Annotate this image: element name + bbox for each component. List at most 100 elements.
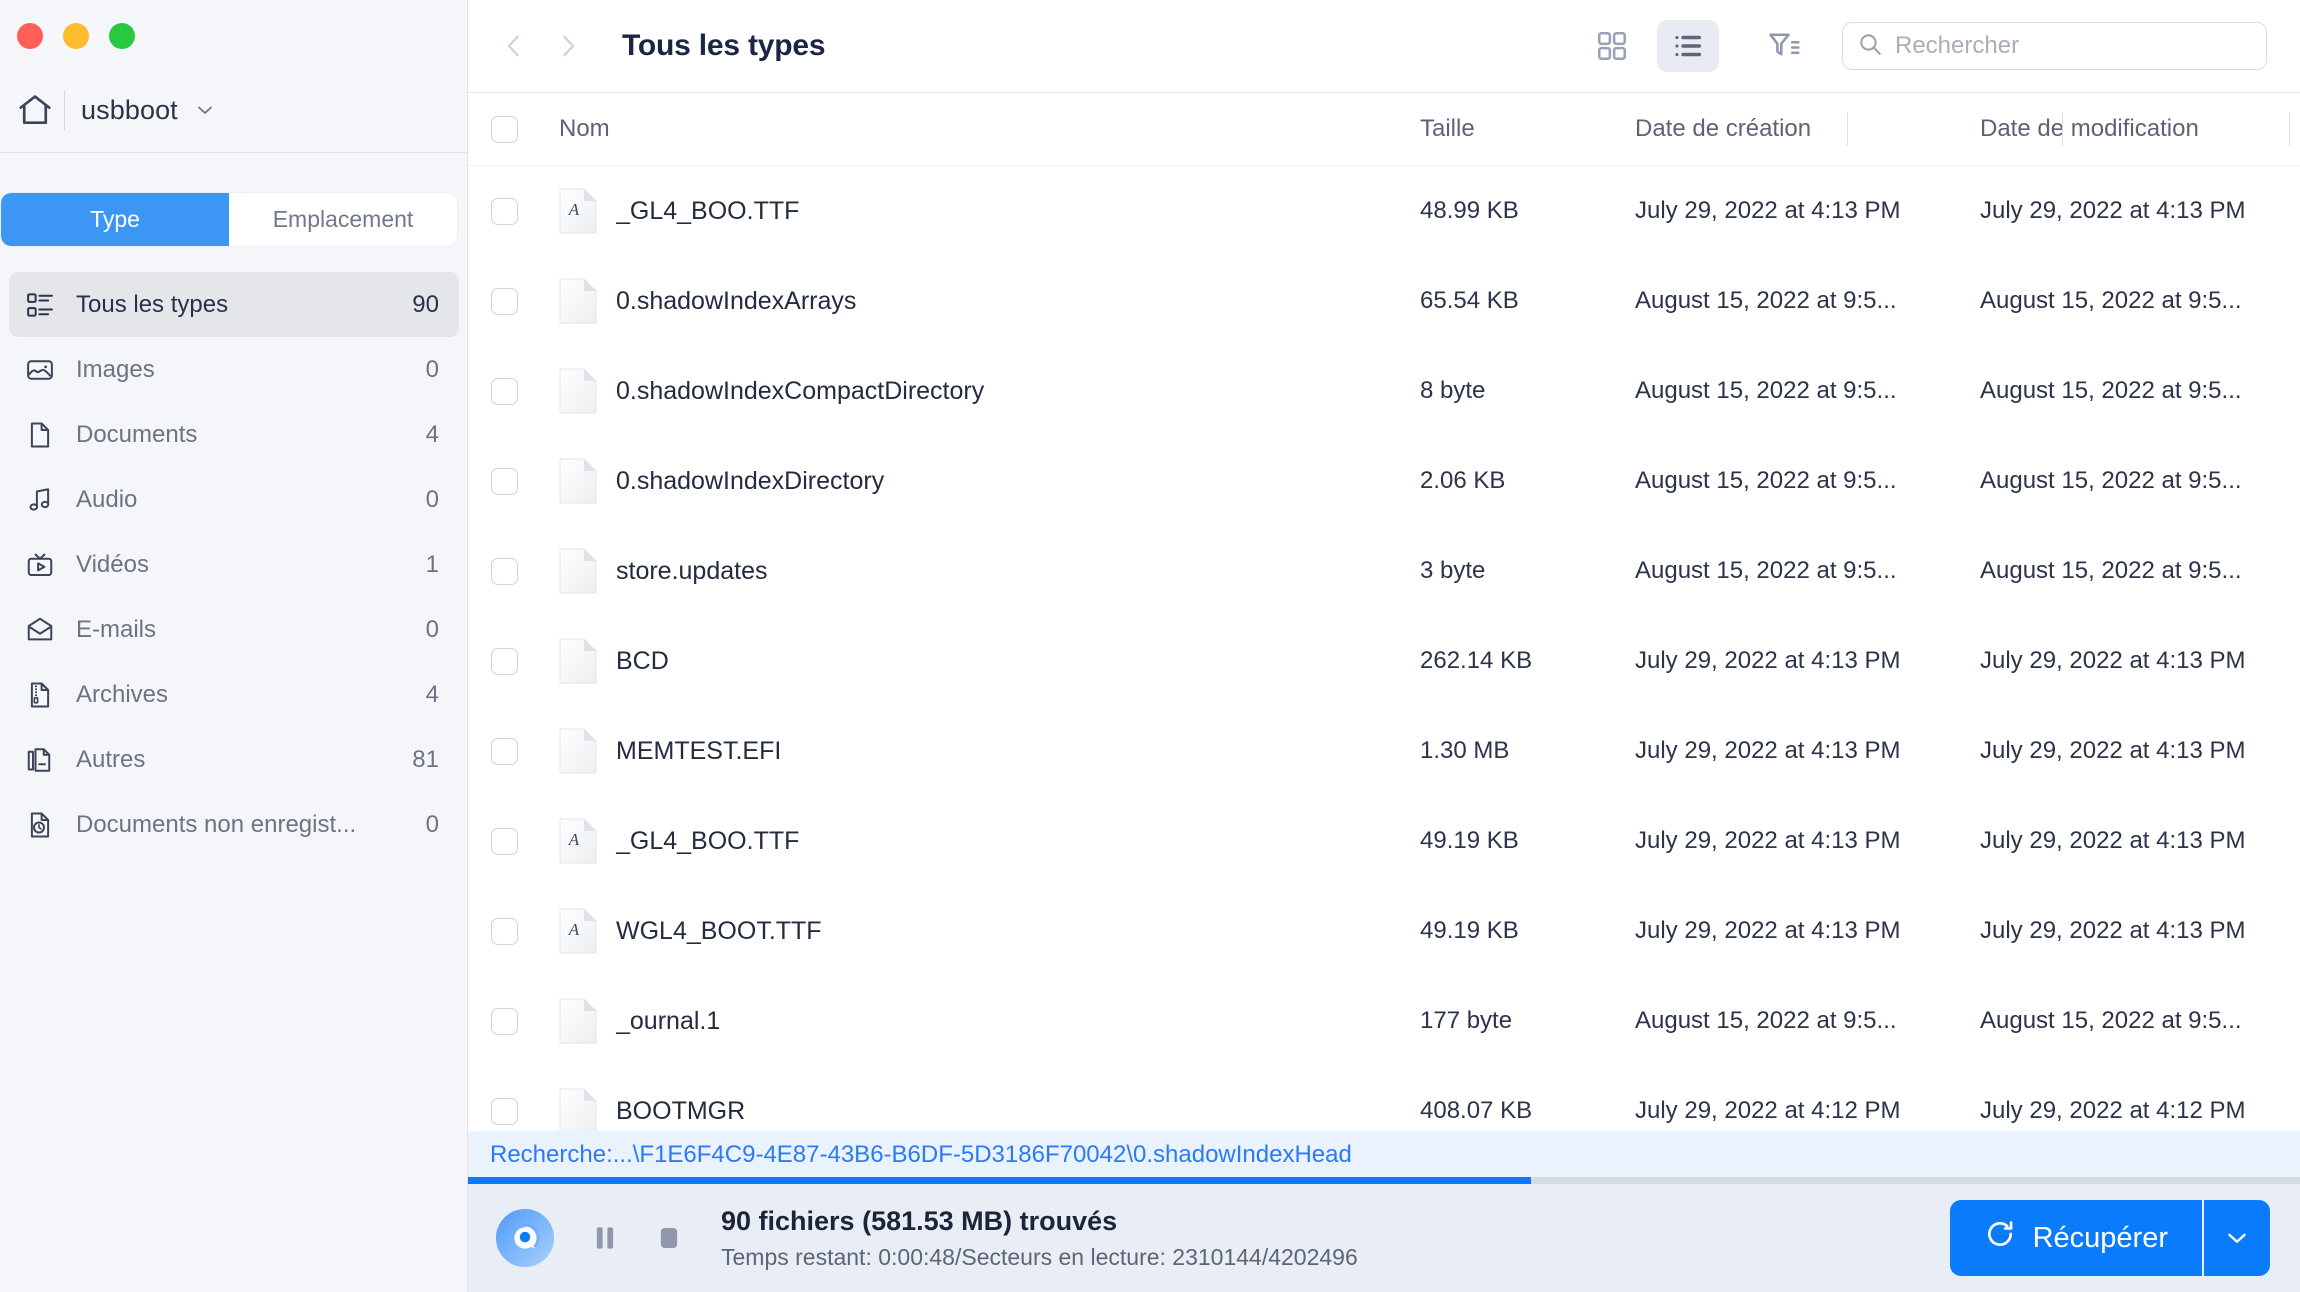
table-header: Nom Taille Date de création Date de modi… bbox=[468, 93, 2300, 166]
column-divider[interactable] bbox=[2062, 112, 2063, 146]
svg-text:A: A bbox=[568, 200, 580, 219]
others-icon bbox=[24, 743, 66, 777]
cell-date-modified: July 29, 2022 at 4:13 PM bbox=[1980, 917, 2246, 944]
divider bbox=[64, 90, 65, 130]
list-view-icon[interactable] bbox=[1657, 20, 1719, 72]
table-row[interactable]: 0.shadowIndexCompactDirectory 8 byte Augus… bbox=[468, 346, 2300, 436]
sidebar-item-images[interactable]: Images 0 bbox=[9, 337, 459, 402]
forward-button[interactable] bbox=[541, 19, 595, 73]
audio-icon bbox=[24, 483, 66, 517]
column-header-date-modification[interactable]: Date de modification bbox=[1955, 115, 2300, 143]
generic-file-icon bbox=[559, 1088, 597, 1134]
row-checkbox[interactable] bbox=[468, 287, 540, 315]
sidebar-item-audio[interactable]: Audio 0 bbox=[9, 467, 459, 532]
filter-mode-segmented-control[interactable]: Type Emplacement bbox=[1, 193, 457, 246]
file-list[interactable]: A _GL4_BOO.TTF 48.99 KB July 29, 2022 at 4:… bbox=[468, 166, 2300, 1143]
document-icon bbox=[24, 418, 66, 452]
grid-view-icon[interactable] bbox=[1581, 20, 1643, 72]
search-icon bbox=[1857, 31, 1883, 62]
sidebar-item-label: Documents non enregist... bbox=[76, 810, 357, 838]
row-checkbox[interactable] bbox=[468, 647, 540, 675]
generic-file-icon bbox=[559, 278, 597, 324]
sidebar-item-label: Tous les types bbox=[76, 290, 229, 318]
row-checkbox[interactable] bbox=[468, 557, 540, 585]
cell-date-created: August 15, 2022 at 9:5... bbox=[1635, 1007, 1897, 1034]
recover-button[interactable]: Récupérer bbox=[1949, 1200, 2202, 1276]
sidebar-item-count: 1 bbox=[425, 550, 439, 578]
generic-file-icon bbox=[559, 728, 597, 774]
minimize-button[interactable] bbox=[63, 23, 89, 49]
table-row[interactable]: A WGL4_BOOT.TTF 49.19 KB July 29, 2022 at 4… bbox=[468, 886, 2300, 976]
cell-name: 0.shadowIndexDirectory bbox=[540, 458, 1395, 504]
cell-date-created: July 29, 2022 at 4:13 PM bbox=[1635, 647, 1901, 674]
sidebar-item-documents-non-enregistres[interactable]: Documents non enregist... 0 bbox=[9, 792, 459, 857]
table-row[interactable]: A _GL4_BOO.TTF 49.19 KB July 29, 2022 at 4:… bbox=[468, 796, 2300, 886]
cell-name: 0.shadowIndexArrays bbox=[540, 278, 1395, 324]
cell-size: 262.14 KB bbox=[1420, 647, 1533, 674]
sidebar-item-count: 90 bbox=[412, 290, 439, 318]
drive-selector[interactable]: usbboot bbox=[0, 72, 468, 148]
column-divider[interactable] bbox=[1847, 112, 1848, 146]
table-row[interactable]: _ournal.1 177 byte August 15, 2022 at 9:5.… bbox=[468, 976, 2300, 1066]
row-checkbox[interactable] bbox=[468, 467, 540, 495]
table-row[interactable]: A _GL4_BOO.TTF 48.99 KB July 29, 2022 at 4:… bbox=[468, 166, 2300, 256]
cell-name: A _GL4_BOO.TTF bbox=[540, 818, 1395, 864]
status-bar: 90 fichiers (581.53 MB) trouvés Temps re… bbox=[468, 1184, 2300, 1292]
close-button[interactable] bbox=[17, 23, 43, 49]
table-row[interactable]: BCD 262.14 KB July 29, 2022 at 4:13 PM July… bbox=[468, 616, 2300, 706]
back-button[interactable] bbox=[487, 19, 541, 73]
column-header-date-creation[interactable]: Date de création bbox=[1610, 115, 1955, 143]
cell-name: MEMTEST.EFI bbox=[540, 728, 1395, 774]
cell-date-modified: August 15, 2022 at 9:5... bbox=[1980, 1007, 2242, 1034]
file-name: BCD bbox=[616, 646, 669, 675]
filter-icon[interactable] bbox=[1753, 20, 1815, 72]
tab-emplacement[interactable]: Emplacement bbox=[229, 193, 457, 246]
font-file-icon: A bbox=[559, 188, 597, 234]
sidebar-item-emails[interactable]: E-mails 0 bbox=[9, 597, 459, 662]
row-checkbox[interactable] bbox=[468, 917, 540, 945]
cell-size: 48.99 KB bbox=[1420, 197, 1519, 224]
chevron-down-icon[interactable] bbox=[193, 98, 217, 122]
archive-icon bbox=[24, 678, 66, 712]
cell-name: BOOTMGR bbox=[540, 1088, 1395, 1134]
zoom-button[interactable] bbox=[109, 23, 135, 49]
sidebar-item-autres[interactable]: Autres 81 bbox=[9, 727, 459, 792]
row-checkbox[interactable] bbox=[468, 827, 540, 855]
sidebar-item-label: Images bbox=[76, 355, 155, 383]
scan-path-bar: Recherche:...\F1E6F4C9-4E87-43B6-B6DF-5D… bbox=[468, 1131, 2300, 1178]
column-divider[interactable] bbox=[2289, 112, 2290, 146]
sidebar-item-label: Autres bbox=[76, 745, 146, 773]
cell-date-created: August 15, 2022 at 9:5... bbox=[1635, 557, 1897, 584]
column-header-taille[interactable]: Taille bbox=[1395, 115, 1610, 143]
font-file-icon: A bbox=[559, 818, 597, 864]
sidebar-item-videos[interactable]: Vidéos 1 bbox=[9, 532, 459, 597]
row-checkbox[interactable] bbox=[468, 1007, 540, 1035]
generic-file-icon bbox=[559, 548, 597, 594]
table-row[interactable]: MEMTEST.EFI 1.30 MB July 29, 2022 at 4:13 … bbox=[468, 706, 2300, 796]
home-icon[interactable] bbox=[12, 87, 58, 133]
table-row[interactable]: 0.shadowIndexArrays 65.54 KB August 15, 20… bbox=[468, 256, 2300, 346]
recover-dropdown-button[interactable] bbox=[2204, 1200, 2270, 1276]
generic-file-icon bbox=[559, 458, 597, 504]
row-checkbox[interactable] bbox=[468, 737, 540, 765]
cell-date-modified: August 15, 2022 at 9:5... bbox=[1980, 467, 2242, 494]
app-window: usbboot Type Emplacement Tous les types … bbox=[0, 0, 2300, 1292]
scan-progress-bar bbox=[468, 1177, 2300, 1184]
row-checkbox[interactable] bbox=[468, 1097, 540, 1125]
tab-type[interactable]: Type bbox=[1, 193, 229, 246]
select-all-checkbox[interactable] bbox=[468, 115, 540, 143]
table-row[interactable]: 0.shadowIndexDirectory 2.06 KB August 15, … bbox=[468, 436, 2300, 526]
stop-button[interactable] bbox=[642, 1211, 696, 1265]
pause-button[interactable] bbox=[578, 1211, 632, 1265]
cell-date-modified: July 29, 2022 at 4:13 PM bbox=[1980, 647, 2246, 674]
cell-size: 65.54 KB bbox=[1420, 287, 1519, 314]
cell-size: 49.19 KB bbox=[1420, 827, 1519, 854]
column-header-nom[interactable]: Nom bbox=[540, 115, 1395, 143]
sidebar-item-tous-les-types[interactable]: Tous les types 90 bbox=[9, 272, 459, 337]
sidebar-item-documents[interactable]: Documents 4 bbox=[9, 402, 459, 467]
row-checkbox[interactable] bbox=[468, 197, 540, 225]
row-checkbox[interactable] bbox=[468, 377, 540, 405]
search-input[interactable]: Rechercher bbox=[1842, 22, 2267, 70]
sidebar-item-archives[interactable]: Archives 4 bbox=[9, 662, 459, 727]
table-row[interactable]: store.updates 3 byte August 15, 2022 at 9:… bbox=[468, 526, 2300, 616]
